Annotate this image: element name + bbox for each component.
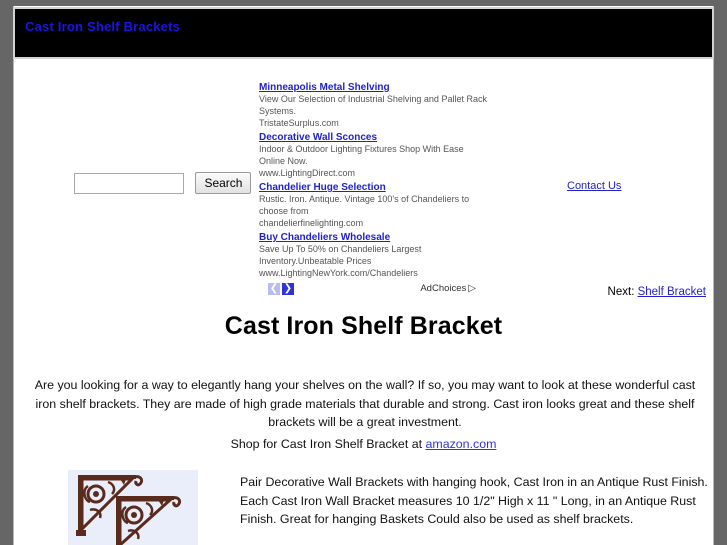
ad-item: Minneapolis Metal Shelving View Our Sele… (259, 81, 499, 129)
site-banner: Cast Iron Shelf Brackets (13, 7, 714, 59)
ad-title-link[interactable]: Minneapolis Metal Shelving (259, 81, 499, 94)
intro-paragraph: Are you looking for a way to elegantly h… (34, 378, 696, 429)
shop-line-label: Shop for Cast Iron Shelf Bracket at (230, 437, 426, 451)
ad-url: www.LightingNewYork.com/Chandeliers (259, 268, 418, 278)
chevron-right-icon[interactable]: ❯ (282, 283, 294, 295)
ad-description: Rustic. Iron. Antique. Vintage 100's of … (259, 194, 470, 216)
top-utility-row: Search Minneapolis Metal Shelving View O… (14, 62, 713, 295)
ad-url: chandelierfinelighting.com (259, 218, 364, 228)
chevron-left-icon[interactable]: ❮ (268, 283, 280, 295)
ad-pagination: ❮ ❯ (268, 283, 296, 301)
amazon-link[interactable]: amazon.com (425, 437, 496, 451)
ad-description: Save Up To 50% on Chandeliers Largest In… (259, 244, 422, 266)
ad-description: Indoor & Outdoor Lighting Fixtures Shop … (259, 144, 464, 166)
next-navigation: Next: Shelf Bracket (608, 286, 706, 298)
ad-item: Decorative Wall Sconces Indoor & Outdoor… (259, 131, 499, 179)
adchoices-label: AdChoices (420, 283, 467, 294)
page-title: Cast Iron Shelf Bracket (224, 312, 503, 340)
ad-url: TristateSurplus.com (259, 118, 339, 128)
search-button[interactable]: Search (195, 172, 252, 194)
ad-footer: ❮ ❯ AdChoices ▷ (259, 283, 499, 297)
contact-cell: Contact Us (567, 176, 621, 194)
ad-title-link[interactable]: Chandelier Huge Selection (259, 181, 499, 194)
advertisement-block: Minneapolis Metal Shelving View Our Sele… (259, 81, 499, 297)
site-title: Cast Iron Shelf Brackets (25, 19, 181, 34)
ad-url: www.LightingDirect.com (259, 168, 356, 178)
product-description: Pair Decorative Wall Brackets with hangi… (240, 475, 708, 526)
search-input[interactable] (74, 172, 184, 194)
ad-item: Buy Chandeliers Wholesale Save Up To 50%… (259, 231, 499, 279)
ad-item: Chandelier Huge Selection Rustic. Iron. … (259, 181, 499, 229)
ad-title-link[interactable]: Decorative Wall Sconces (259, 131, 499, 144)
next-page-link[interactable]: Shelf Bracket (638, 286, 706, 298)
product-image (68, 470, 198, 545)
next-label: Next: (607, 286, 638, 298)
shop-line: Shop for Cast Iron Shelf Bracket at amaz… (0, 437, 727, 451)
adchoices-triangle-icon: ▷ (468, 283, 476, 294)
cast-iron-bracket-illustration (68, 470, 198, 545)
ad-description: View Our Selection of Industrial Shelvin… (259, 94, 487, 116)
search-form: Search (74, 172, 252, 194)
ad-title-link[interactable]: Buy Chandeliers Wholesale (259, 231, 499, 244)
adchoices-link[interactable]: AdChoices ▷ (420, 283, 476, 294)
contact-us-link[interactable]: Contact Us (567, 180, 621, 192)
